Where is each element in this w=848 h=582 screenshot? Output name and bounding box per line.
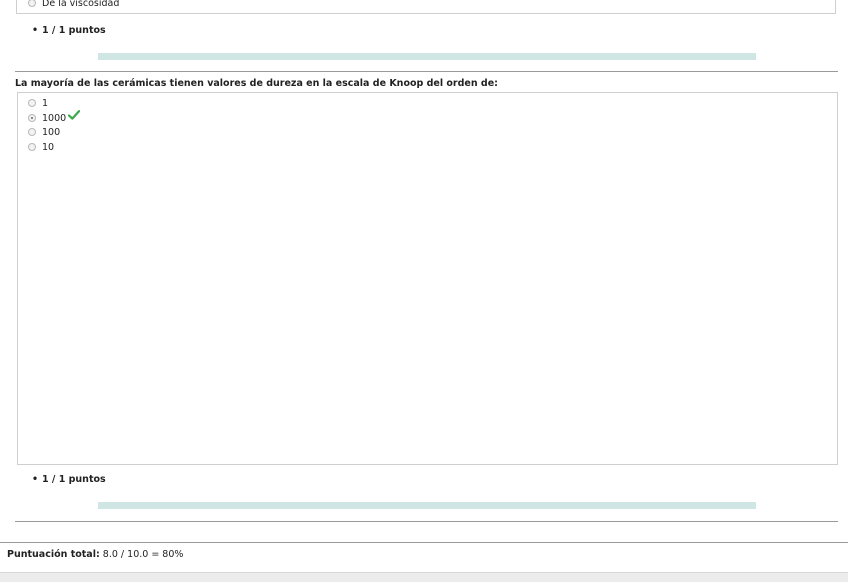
option-label: De la viscosidad: [42, 0, 120, 9]
option-label: 10: [42, 142, 55, 153]
question-score-progress-bar: [98, 502, 756, 509]
radio-button-selected[interactable]: [28, 114, 36, 122]
score-label: 1 / 1 puntos: [42, 25, 106, 36]
previous-answers-box: [16, 0, 836, 14]
radio-button[interactable]: [28, 128, 36, 136]
radio-button[interactable]: [28, 143, 36, 151]
answers-box: [17, 92, 838, 465]
page-divider: [0, 542, 848, 543]
score-label: 1 / 1 puntos: [42, 474, 106, 485]
check-icon: [68, 110, 80, 120]
option-label: 1000: [42, 113, 67, 124]
total-score: Puntuación total: 8.0 / 10.0 = 80%: [7, 549, 183, 561]
bottom-bar: [0, 572, 848, 582]
total-score-label: Puntuación total:: [7, 549, 100, 560]
previous-score: • 1 / 1 puntos: [32, 25, 106, 37]
radio-button[interactable]: [28, 99, 36, 107]
option-label: 100: [42, 127, 61, 138]
question-text: La mayoría de las cerámicas tienen valor…: [15, 78, 498, 89]
total-score-value: 8.0 / 10.0 = 80%: [102, 549, 184, 560]
option-label: 1: [42, 98, 49, 109]
quiz-results-page: De la viscosidad • 1 / 1 puntos La mayorí…: [0, 0, 848, 582]
question-score: • 1 / 1 puntos: [32, 474, 106, 486]
bullet-icon: •: [32, 25, 39, 36]
previous-score-progress-bar: [98, 53, 756, 60]
section-divider: [15, 71, 838, 72]
bullet-icon: •: [32, 474, 39, 485]
section-divider: [15, 521, 838, 522]
